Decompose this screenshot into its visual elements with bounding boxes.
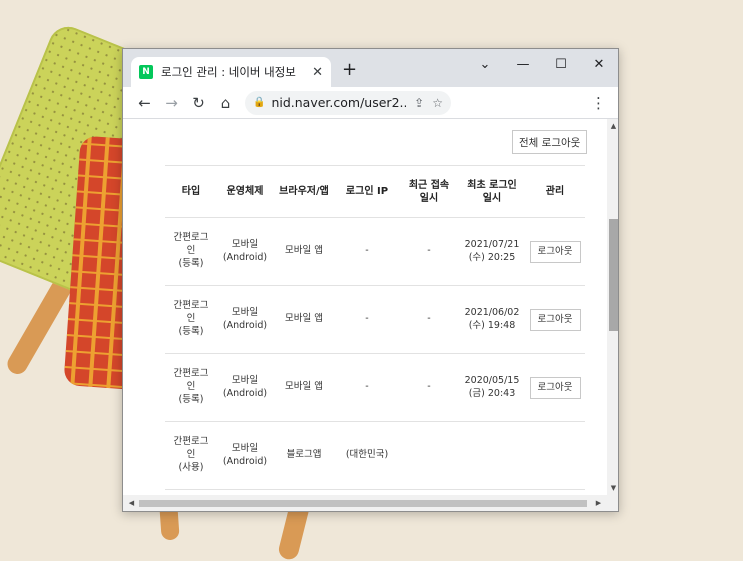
header-manage: 관리 (525, 165, 585, 218)
horizontal-scroll-thumb[interactable] (139, 500, 587, 507)
cell-os: 모바일 (Android) (217, 421, 273, 490)
home-icon[interactable]: ⌂ (212, 91, 239, 115)
cell-manage: 로그아웃 (525, 217, 585, 286)
cell-first-login: 2020/05/15 (금) 20:43 (459, 353, 525, 422)
header-os: 운영체제 (217, 165, 273, 218)
cell-ip: - (335, 285, 399, 354)
page-viewport: 전체 로그아웃 타입 운영체제 브라우저/앱 로그인 IP 최근 접속 일시 최… (123, 119, 607, 495)
url-text[interactable]: nid.naver.com/user2... (271, 95, 406, 110)
cell-first-login: 2021/07/21 (수) 20:25 (459, 217, 525, 286)
minimize-icon[interactable]: — (504, 49, 542, 79)
table-row: 간편로그 인 (등록) 모바일 (Android) 모바일 앱 - - 2021… (165, 217, 585, 286)
cell-ip: (대한민국) (335, 421, 399, 490)
logout-all-button[interactable]: 전체 로그아웃 (512, 130, 588, 154)
cell-browser: 모바일 앱 (273, 217, 335, 286)
cell-browser: 모바일 앱 (273, 353, 335, 422)
share-icon[interactable]: ⇪ (414, 96, 424, 110)
scroll-left-icon[interactable]: ◀ (125, 499, 138, 507)
cell-type: 간편로그 인 (등록) (165, 217, 217, 286)
header-ip: 로그인 IP (335, 165, 399, 218)
cell-ip: - (335, 353, 399, 422)
naver-favicon-icon: N (139, 65, 153, 79)
tab-title: 로그인 관리 : 네이버 내정보 (161, 65, 296, 79)
cell-last-access: - (399, 353, 459, 422)
lock-icon[interactable]: 🔒 (253, 97, 265, 108)
browser-window: N 로그인 관리 : 네이버 내정보 ✕ + ⌄ — ☐ ✕ ← → ↻ ⌂ 🔒… (122, 48, 619, 512)
table-row: 간편로그 인 (등록) 모바일 (Android) 모바일 앱 - - 2020… (165, 353, 585, 422)
table-row: 간편로그 인 (등록) 모바일 (Android) 모바일 앱 - - 2021… (165, 285, 585, 354)
tab-strip: N 로그인 관리 : 네이버 내정보 ✕ + ⌄ — ☐ ✕ (123, 49, 618, 87)
vertical-scroll-thumb[interactable] (609, 219, 618, 331)
reload-icon[interactable]: ↻ (185, 91, 212, 115)
cell-type: 간편로그 인 (등록) (165, 285, 217, 354)
close-window-icon[interactable]: ✕ (580, 49, 618, 79)
scroll-up-icon[interactable]: ▲ (607, 122, 618, 130)
header-first-login: 최초 로그인 일시 (459, 165, 525, 218)
plus-icon[interactable]: + (342, 59, 357, 80)
cell-last-access: - (399, 217, 459, 286)
browser-tab-active[interactable]: N 로그인 관리 : 네이버 내정보 ✕ (131, 57, 331, 87)
cell-os: 모바일 (Android) (217, 217, 273, 286)
cell-browser: 모바일 앱 (273, 285, 335, 354)
maximize-icon[interactable]: ☐ (542, 49, 580, 79)
arrow-left-icon[interactable]: ← (131, 91, 158, 115)
cell-last-access: - (399, 285, 459, 354)
cell-first-login: 2021/06/02 (수) 19:48 (459, 285, 525, 354)
scroll-right-icon[interactable]: ▶ (592, 499, 605, 507)
horizontal-scrollbar[interactable]: ◀ ▶ (123, 495, 607, 511)
table-row: 간편로그 인 (사용) 모바일 (Android) 블로그앱 (대한민국) (165, 421, 585, 490)
login-sessions-table: 타입 운영체제 브라우저/앱 로그인 IP 최근 접속 일시 최초 로그인 일시… (165, 165, 585, 490)
window-controls: ⌄ — ☐ ✕ (466, 49, 618, 79)
cell-manage: 로그아웃 (525, 353, 585, 422)
star-icon[interactable]: ☆ (432, 96, 443, 110)
cell-manage: 로그아웃 (525, 285, 585, 354)
cell-first-login (459, 421, 525, 490)
cell-type: 간편로그 인 (등록) (165, 353, 217, 422)
cell-os: 모바일 (Android) (217, 285, 273, 354)
chevron-down-icon[interactable]: ⌄ (466, 49, 504, 79)
header-browser: 브라우저/앱 (273, 165, 335, 218)
vertical-scrollbar[interactable]: ▲ ▼ (607, 119, 618, 495)
table-header-row: 타입 운영체제 브라우저/앱 로그인 IP 최근 접속 일시 최초 로그인 일시… (165, 165, 585, 218)
browser-toolbar: ← → ↻ ⌂ 🔒 nid.naver.com/user2... ⇪ ☆ ⋮ (123, 87, 618, 119)
cell-ip: - (335, 217, 399, 286)
scroll-down-icon[interactable]: ▼ (607, 484, 618, 492)
header-last-access: 최근 접속 일시 (399, 165, 459, 218)
arrow-right-icon[interactable]: → (158, 91, 185, 115)
close-icon[interactable]: ✕ (312, 65, 323, 80)
cell-last-access (399, 421, 459, 490)
cell-type: 간편로그 인 (사용) (165, 421, 217, 490)
cell-os: 모바일 (Android) (217, 353, 273, 422)
cell-browser: 블로그앱 (273, 421, 335, 490)
address-bar[interactable]: 🔒 nid.naver.com/user2... ⇪ ☆ (245, 90, 451, 115)
logout-button[interactable]: 로그아웃 (529, 240, 581, 263)
cell-manage (525, 421, 585, 490)
logout-button[interactable]: 로그아웃 (529, 376, 581, 399)
logout-button[interactable]: 로그아웃 (529, 308, 581, 331)
scrollbar-corner (607, 495, 618, 511)
header-type: 타입 (165, 165, 217, 218)
kebab-menu-icon[interactable]: ⋮ (591, 94, 606, 112)
